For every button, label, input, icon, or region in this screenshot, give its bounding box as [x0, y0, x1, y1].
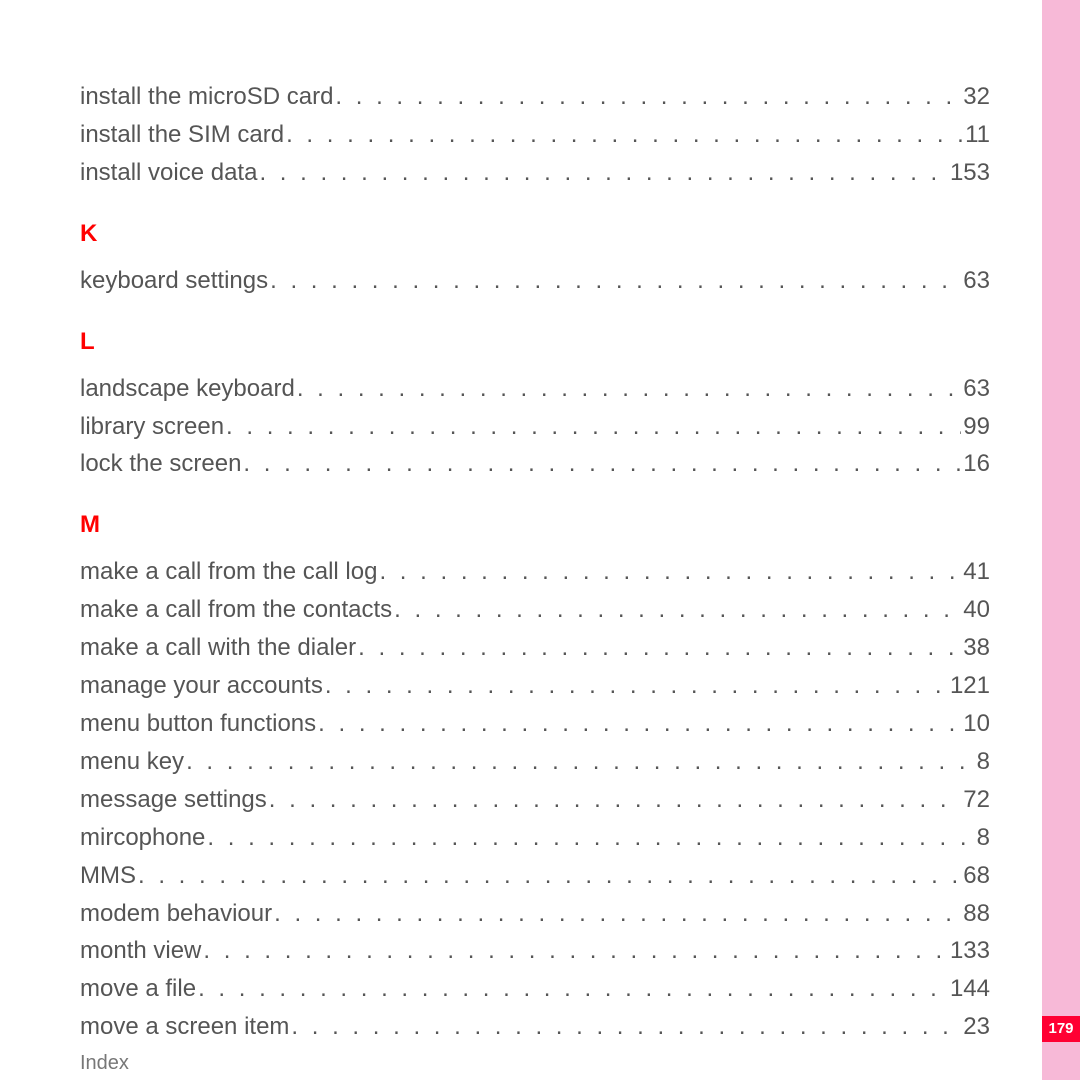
index-row[interactable]: month view 133 [80, 932, 990, 970]
index-row[interactable]: manage your accounts 121 [80, 667, 990, 705]
index-entry-page: 38 [963, 629, 990, 667]
index-entry-page: 72 [963, 781, 990, 819]
index-entry-label: install voice data [80, 154, 257, 192]
section-letter: M [80, 511, 990, 539]
index-entry-label: landscape keyboard [80, 370, 295, 408]
leader-dots [394, 591, 961, 629]
index-row[interactable]: move a file 144 [80, 970, 990, 1008]
index-entry-label: make a call from the contacts [80, 591, 392, 629]
index-entry-page: 68 [963, 857, 990, 895]
index-entry-label: keyboard settings [80, 262, 268, 300]
index-entry-label: manage your accounts [80, 667, 323, 705]
index-entry-label: modem behaviour [80, 895, 272, 933]
index-entry-label: mircophone [80, 819, 205, 857]
leader-dots [198, 970, 948, 1008]
index-row[interactable]: lock the screen 16 [80, 445, 990, 483]
index-entry-page: 8 [977, 819, 990, 857]
leader-dots [243, 445, 961, 483]
index-row[interactable]: install the microSD card 32 [80, 78, 990, 116]
index-entry-page: 10 [963, 705, 990, 743]
index-row[interactable]: menu key 8 [80, 743, 990, 781]
index-entry-page: 11 [965, 116, 990, 154]
index-entry-label: lock the screen [80, 445, 241, 483]
index-entry-page: 23 [963, 1008, 990, 1046]
index-row[interactable]: move a screen item 23 [80, 1008, 990, 1046]
index-entry-label: message settings [80, 781, 267, 819]
index-row[interactable]: menu button functions 10 [80, 705, 990, 743]
index-entry-page: 153 [950, 154, 990, 192]
index-row[interactable]: modem behaviour 88 [80, 895, 990, 933]
index-entry-page: 32 [963, 78, 990, 116]
index-row[interactable]: message settings 72 [80, 781, 990, 819]
section-letter: L [80, 328, 990, 356]
leader-dots [297, 370, 961, 408]
index-entry-label: make a call with the dialer [80, 629, 356, 667]
index-row[interactable]: landscape keyboard 63 [80, 370, 990, 408]
index-entry-page: 40 [963, 591, 990, 629]
side-strip [1042, 0, 1080, 1080]
index-entry-page: 16 [963, 445, 990, 483]
leader-dots [203, 932, 948, 970]
index-entry-page: 133 [950, 932, 990, 970]
index-entry-label: move a screen item [80, 1008, 289, 1046]
index-row[interactable]: make a call from the call log 41 [80, 553, 990, 591]
index-entry-label: move a file [80, 970, 196, 1008]
leader-dots [335, 78, 961, 116]
leader-dots [138, 857, 961, 895]
leader-dots [269, 781, 962, 819]
footer-label: Index [80, 1052, 990, 1075]
leader-dots [325, 667, 948, 705]
leader-dots [318, 705, 961, 743]
leader-dots [186, 743, 975, 781]
index-entry-page: 63 [963, 262, 990, 300]
index-row[interactable]: MMS 68 [80, 857, 990, 895]
index-row[interactable]: make a call from the contacts 40 [80, 591, 990, 629]
leader-dots [286, 116, 963, 154]
index-row[interactable]: make a call with the dialer 38 [80, 629, 990, 667]
index-entry-page: 99 [963, 408, 990, 446]
index-entry-page: 121 [950, 667, 990, 705]
index-entry-label: install the SIM card [80, 116, 284, 154]
index-row[interactable]: mircophone 8 [80, 819, 990, 857]
leader-dots [226, 408, 961, 446]
index-entry-page: 63 [963, 370, 990, 408]
leader-dots [379, 553, 961, 591]
index-row[interactable]: library screen 99 [80, 408, 990, 446]
leader-dots [207, 819, 974, 857]
leader-dots [259, 154, 948, 192]
page-number-badge: 179 [1042, 1016, 1080, 1042]
index-entry-page: 8 [977, 743, 990, 781]
index-entry-page: 144 [950, 970, 990, 1008]
index-entry-label: MMS [80, 857, 136, 895]
index-entry-label: make a call from the call log [80, 553, 377, 591]
index-row[interactable]: install the SIM card 11 [80, 116, 990, 154]
leader-dots [270, 262, 961, 300]
index-entry-label: month view [80, 932, 201, 970]
index-entry-page: 88 [963, 895, 990, 933]
index-row[interactable]: install voice data 153 [80, 154, 990, 192]
index-entry-label: library screen [80, 408, 224, 446]
leader-dots [291, 1008, 961, 1046]
index-entry-label: menu key [80, 743, 184, 781]
index-entry-label: menu button functions [80, 705, 316, 743]
leader-dots [274, 895, 961, 933]
index-entry-label: install the microSD card [80, 78, 333, 116]
index-content: install the microSD card32install the SI… [80, 78, 990, 1075]
index-entry-page: 41 [963, 553, 990, 591]
index-row[interactable]: keyboard settings 63 [80, 262, 990, 300]
section-letter: K [80, 220, 990, 248]
leader-dots [358, 629, 961, 667]
